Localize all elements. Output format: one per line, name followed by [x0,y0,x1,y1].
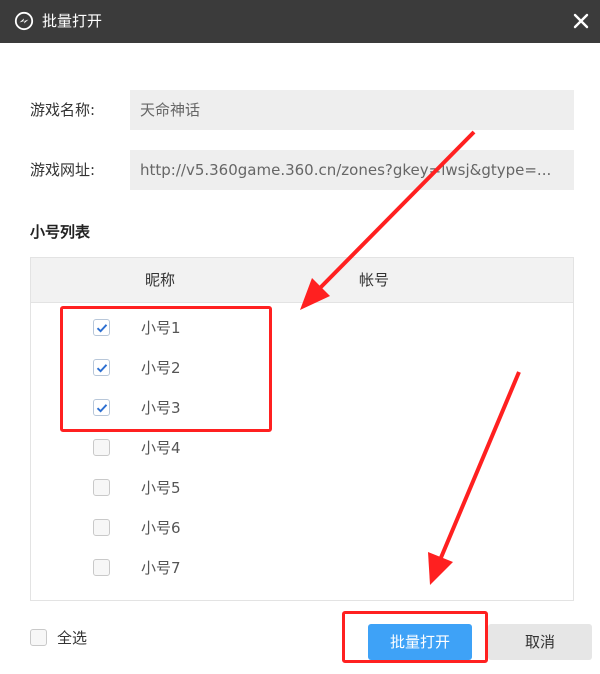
annotation-arrow-to-button [428,371,521,585]
annotation-arrows [300,130,521,585]
annotation-arrow-to-list [300,130,476,310]
